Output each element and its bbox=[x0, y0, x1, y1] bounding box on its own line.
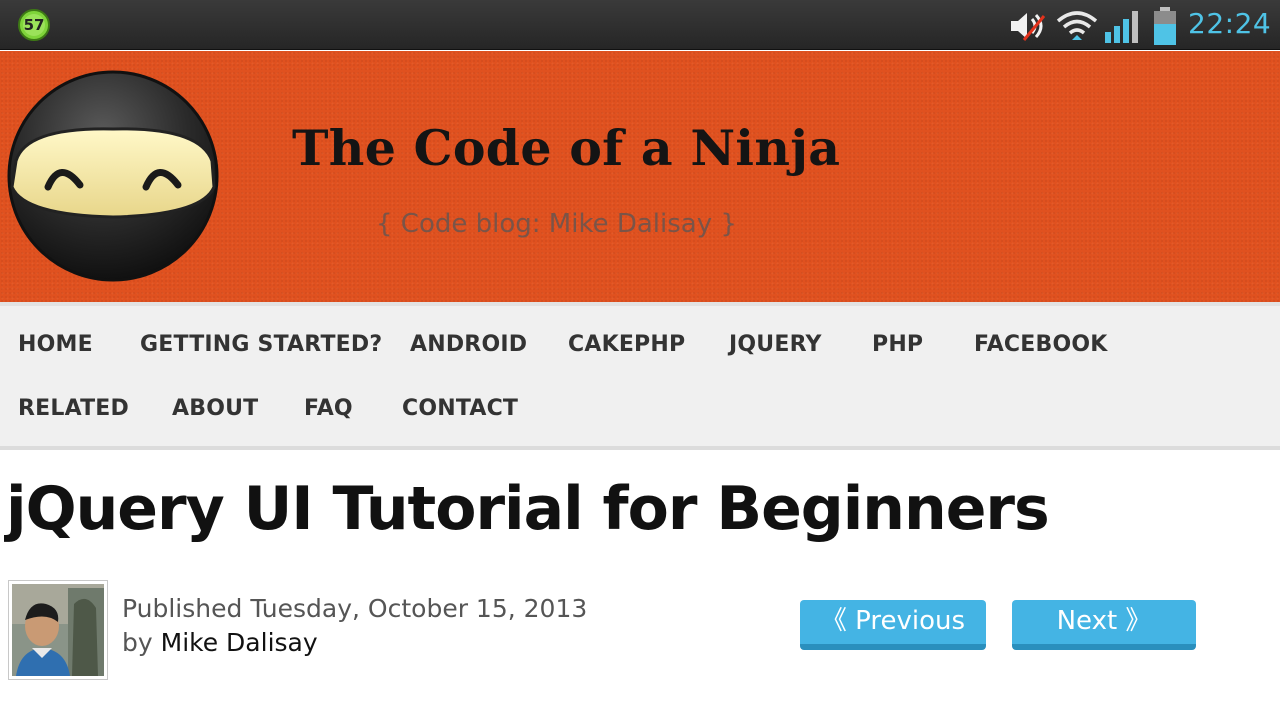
signal-icon bbox=[1105, 11, 1138, 43]
nav-item-android[interactable]: ANDROID bbox=[410, 332, 527, 357]
nav-item-faq[interactable]: FAQ bbox=[304, 396, 353, 421]
nav-item-about[interactable]: ABOUT bbox=[172, 396, 258, 421]
previous-button[interactable]: 《 Previous bbox=[800, 600, 986, 650]
author-info: by Mike Dalisay bbox=[122, 628, 318, 657]
battery-icon bbox=[1154, 7, 1176, 45]
nav-item-php[interactable]: PHP bbox=[872, 332, 923, 357]
post-title[interactable]: jQuery UI Tutorial for Beginners bbox=[6, 474, 1050, 544]
main-nav: HOME GETTING STARTED? ANDROID CAKEPHP JQ… bbox=[0, 302, 1280, 450]
next-button[interactable]: Next 》 bbox=[1012, 600, 1196, 650]
site-subtitle: { Code blog: Mike Dalisay } bbox=[376, 209, 737, 239]
nav-item-related[interactable]: RELATED bbox=[18, 396, 129, 421]
by-prefix: by bbox=[122, 628, 153, 657]
published-date: Tuesday, October 15, 2013 bbox=[250, 594, 588, 623]
nav-item-home[interactable]: HOME bbox=[18, 332, 93, 357]
volume-muted-icon bbox=[1011, 13, 1046, 41]
nav-item-facebook[interactable]: FACEBOOK bbox=[974, 332, 1108, 357]
publish-info: Published Tuesday, October 15, 2013 bbox=[122, 594, 587, 623]
author-avatar[interactable] bbox=[8, 580, 108, 680]
author-photo-icon bbox=[12, 584, 104, 676]
site-title[interactable]: The Code of a Ninja bbox=[292, 119, 840, 177]
status-bar: 57 22:24 bbox=[0, 0, 1280, 50]
nav-item-getting-started[interactable]: GETTING STARTED? bbox=[140, 332, 382, 357]
published-prefix: Published bbox=[122, 594, 243, 623]
wifi-icon bbox=[1056, 11, 1098, 40]
status-time: 22:24 bbox=[1188, 7, 1272, 40]
notification-count: 57 bbox=[23, 16, 45, 34]
nav-item-jquery[interactable]: JQUERY bbox=[729, 332, 822, 357]
author-link[interactable]: Mike Dalisay bbox=[161, 628, 318, 657]
nav-item-contact[interactable]: CONTACT bbox=[402, 396, 518, 421]
nav-item-cakephp[interactable]: CAKEPHP bbox=[568, 332, 685, 357]
site-header: The Code of a Ninja { Code blog: Mike Da… bbox=[0, 51, 1280, 302]
ninja-logo-icon[interactable] bbox=[6, 69, 220, 283]
